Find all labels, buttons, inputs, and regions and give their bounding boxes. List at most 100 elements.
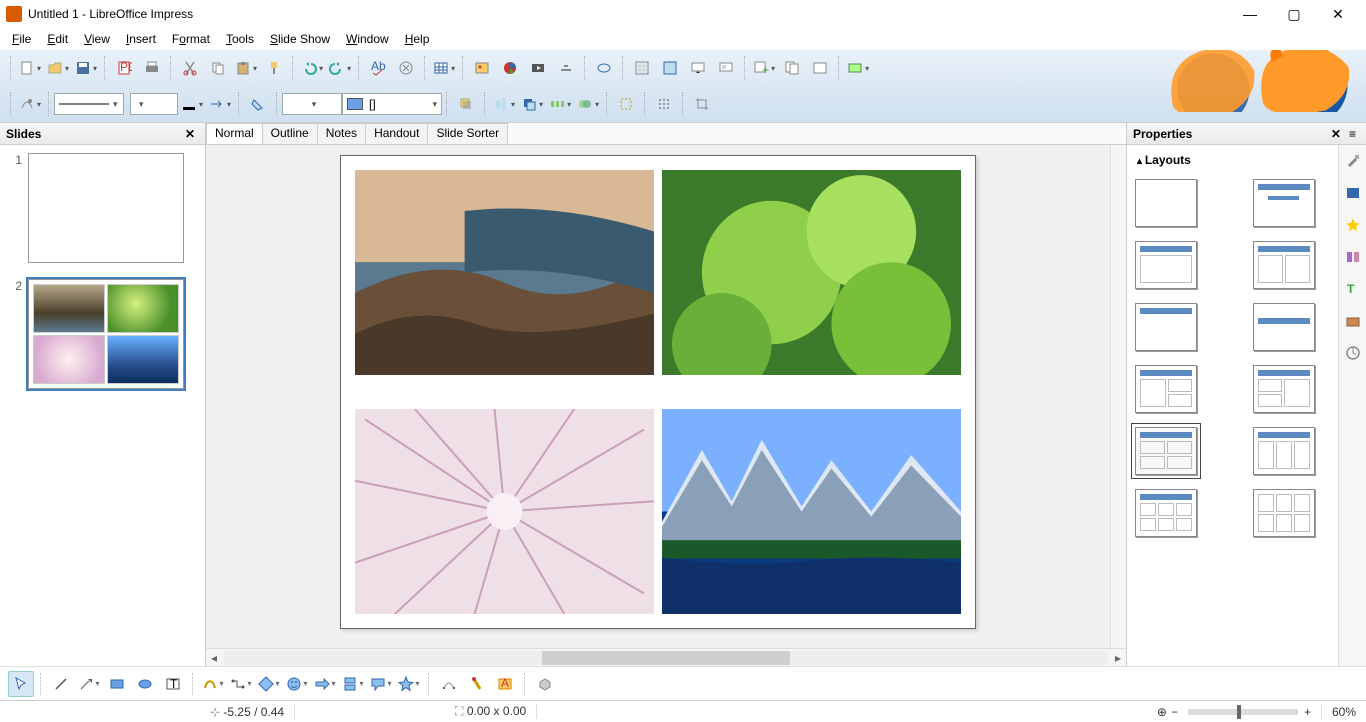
select-tool[interactable]	[8, 671, 34, 697]
redo-button[interactable]: ▾	[328, 56, 352, 80]
layout-title-4grid[interactable]	[1135, 427, 1197, 475]
open-button[interactable]: ▾	[46, 56, 70, 80]
merge-shapes-button[interactable]: ▾	[576, 92, 600, 116]
save-button[interactable]: ▾	[74, 56, 98, 80]
flowchart-tool[interactable]: ▾	[340, 671, 366, 697]
symbol-shapes-tool[interactable]: ▾	[284, 671, 310, 697]
sidebar-tab-navigator[interactable]	[1343, 343, 1363, 363]
window-close-button[interactable]: ✕	[1316, 2, 1360, 26]
tab-notes[interactable]: Notes	[317, 123, 366, 144]
slides-panel-close-button[interactable]: ✕	[181, 127, 199, 141]
line-color-button[interactable]: ▾	[180, 92, 204, 116]
insert-special-button[interactable]	[554, 56, 578, 80]
sidebar-tab-gallery[interactable]	[1343, 311, 1363, 331]
zoom-percent[interactable]: 60%	[1322, 705, 1366, 719]
show-draw-functions-button[interactable]: ▾	[18, 92, 42, 116]
menu-format[interactable]: Format	[164, 30, 218, 48]
arrow-style-button[interactable]: ▾	[208, 92, 232, 116]
tab-normal[interactable]: Normal	[206, 123, 263, 144]
tab-outline[interactable]: Outline	[262, 123, 318, 144]
undo-button[interactable]: ▾	[300, 56, 324, 80]
textbox-tool[interactable]: T	[160, 671, 186, 697]
layout-content-2[interactable]	[1253, 365, 1315, 413]
slide-layout-button[interactable]	[808, 56, 832, 80]
fill-style-combo[interactable]: []▾	[342, 93, 442, 115]
layout-6grid[interactable]	[1253, 489, 1315, 537]
line-width-combo[interactable]: ▾	[130, 93, 178, 115]
tab-slidesorter[interactable]: Slide Sorter	[427, 123, 508, 144]
inserted-image-4[interactable]	[662, 409, 961, 614]
line-tool[interactable]	[48, 671, 74, 697]
shadow-button[interactable]	[454, 92, 478, 116]
layout-title-6grid[interactable]	[1135, 489, 1197, 537]
insert-image-button[interactable]	[470, 56, 494, 80]
sidebar-tab-animation[interactable]	[1343, 215, 1363, 235]
sidebar-tab-styles[interactable]: T	[1343, 279, 1363, 299]
distribute-button[interactable]: ▾	[548, 92, 572, 116]
tab-handout[interactable]: Handout	[365, 123, 428, 144]
export-pdf-button[interactable]: PDF	[112, 56, 136, 80]
spellcheck-button[interactable]: Abc	[366, 56, 390, 80]
glue-points-tool[interactable]	[464, 671, 490, 697]
presentation-button[interactable]	[686, 56, 710, 80]
horizontal-scrollbar[interactable]: ◂ ▸	[206, 648, 1126, 666]
autospellcheck-button[interactable]	[394, 56, 418, 80]
new-button[interactable]: ▾	[18, 56, 42, 80]
menu-file[interactable]: File	[4, 30, 39, 48]
layouts-section-header[interactable]: Layouts	[1135, 149, 1330, 171]
menu-window[interactable]: Window	[338, 30, 397, 48]
rectangle-tool[interactable]	[104, 671, 130, 697]
insert-table-button[interactable]: ▾	[432, 56, 456, 80]
sidebar-settings-button[interactable]: ≡	[1345, 127, 1360, 141]
gallery-button[interactable]: ▾	[846, 56, 870, 80]
menu-edit[interactable]: Edit	[39, 30, 76, 48]
menu-insert[interactable]: Insert	[118, 30, 164, 48]
print-button[interactable]	[140, 56, 164, 80]
slide-editor[interactable]	[206, 145, 1110, 648]
fontwork-tool[interactable]: A	[492, 671, 518, 697]
layout-blank[interactable]	[1135, 179, 1197, 227]
zoom-slider[interactable]	[1188, 709, 1298, 715]
inserted-image-2[interactable]	[662, 170, 961, 375]
menu-tools[interactable]: Tools	[218, 30, 262, 48]
slide-thumb-1[interactable]: 1	[8, 153, 197, 263]
arrange-button[interactable]: ▾	[520, 92, 544, 116]
menu-slideshow[interactable]: Slide Show	[262, 30, 338, 48]
insert-chart-button[interactable]	[498, 56, 522, 80]
ellipse-tool[interactable]	[132, 671, 158, 697]
sidebar-tab-transition[interactable]	[1343, 247, 1363, 267]
slides-panel-body[interactable]: 1 2	[0, 145, 205, 666]
layout-title-4grid-b[interactable]	[1253, 427, 1315, 475]
inserted-image-3[interactable]	[355, 409, 654, 614]
window-minimize-button[interactable]: —	[1228, 2, 1272, 26]
copy-button[interactable]	[206, 56, 230, 80]
layout-title[interactable]	[1253, 179, 1315, 227]
curve-tool[interactable]: ▾	[200, 671, 226, 697]
slide-master-button[interactable]	[714, 56, 738, 80]
grid-toggle-button[interactable]	[630, 56, 654, 80]
layout-title-2col[interactable]	[1253, 241, 1315, 289]
slide-thumb-2[interactable]: 2	[8, 279, 197, 389]
cut-button[interactable]	[178, 56, 202, 80]
duplicate-slide-button[interactable]	[780, 56, 804, 80]
slide-canvas[interactable]	[340, 155, 976, 629]
properties-close-button[interactable]: ✕	[1327, 127, 1345, 141]
align-objects-button[interactable]: ▾	[492, 92, 516, 116]
zoom-control[interactable]: ⊕ − +	[1147, 705, 1322, 719]
position-size-button[interactable]	[614, 92, 638, 116]
crop-image-button[interactable]	[690, 92, 714, 116]
layout-centered-title[interactable]	[1253, 303, 1315, 351]
inserted-image-1[interactable]	[355, 170, 654, 375]
insert-hyperlink-button[interactable]	[592, 56, 616, 80]
menu-view[interactable]: View	[76, 30, 118, 48]
layout-title-only[interactable]	[1135, 303, 1197, 351]
connector-tool[interactable]: ▾	[228, 671, 254, 697]
callout-tool[interactable]: ▾	[368, 671, 394, 697]
layout-title-content[interactable]	[1135, 241, 1197, 289]
menu-help[interactable]: Help	[397, 30, 438, 48]
line-arrow-tool[interactable]: ▾	[76, 671, 102, 697]
extrusion-tool[interactable]	[532, 671, 558, 697]
sidebar-tab-master[interactable]	[1343, 183, 1363, 203]
insert-av-button[interactable]	[526, 56, 550, 80]
sidebar-tab-properties[interactable]	[1343, 151, 1363, 171]
